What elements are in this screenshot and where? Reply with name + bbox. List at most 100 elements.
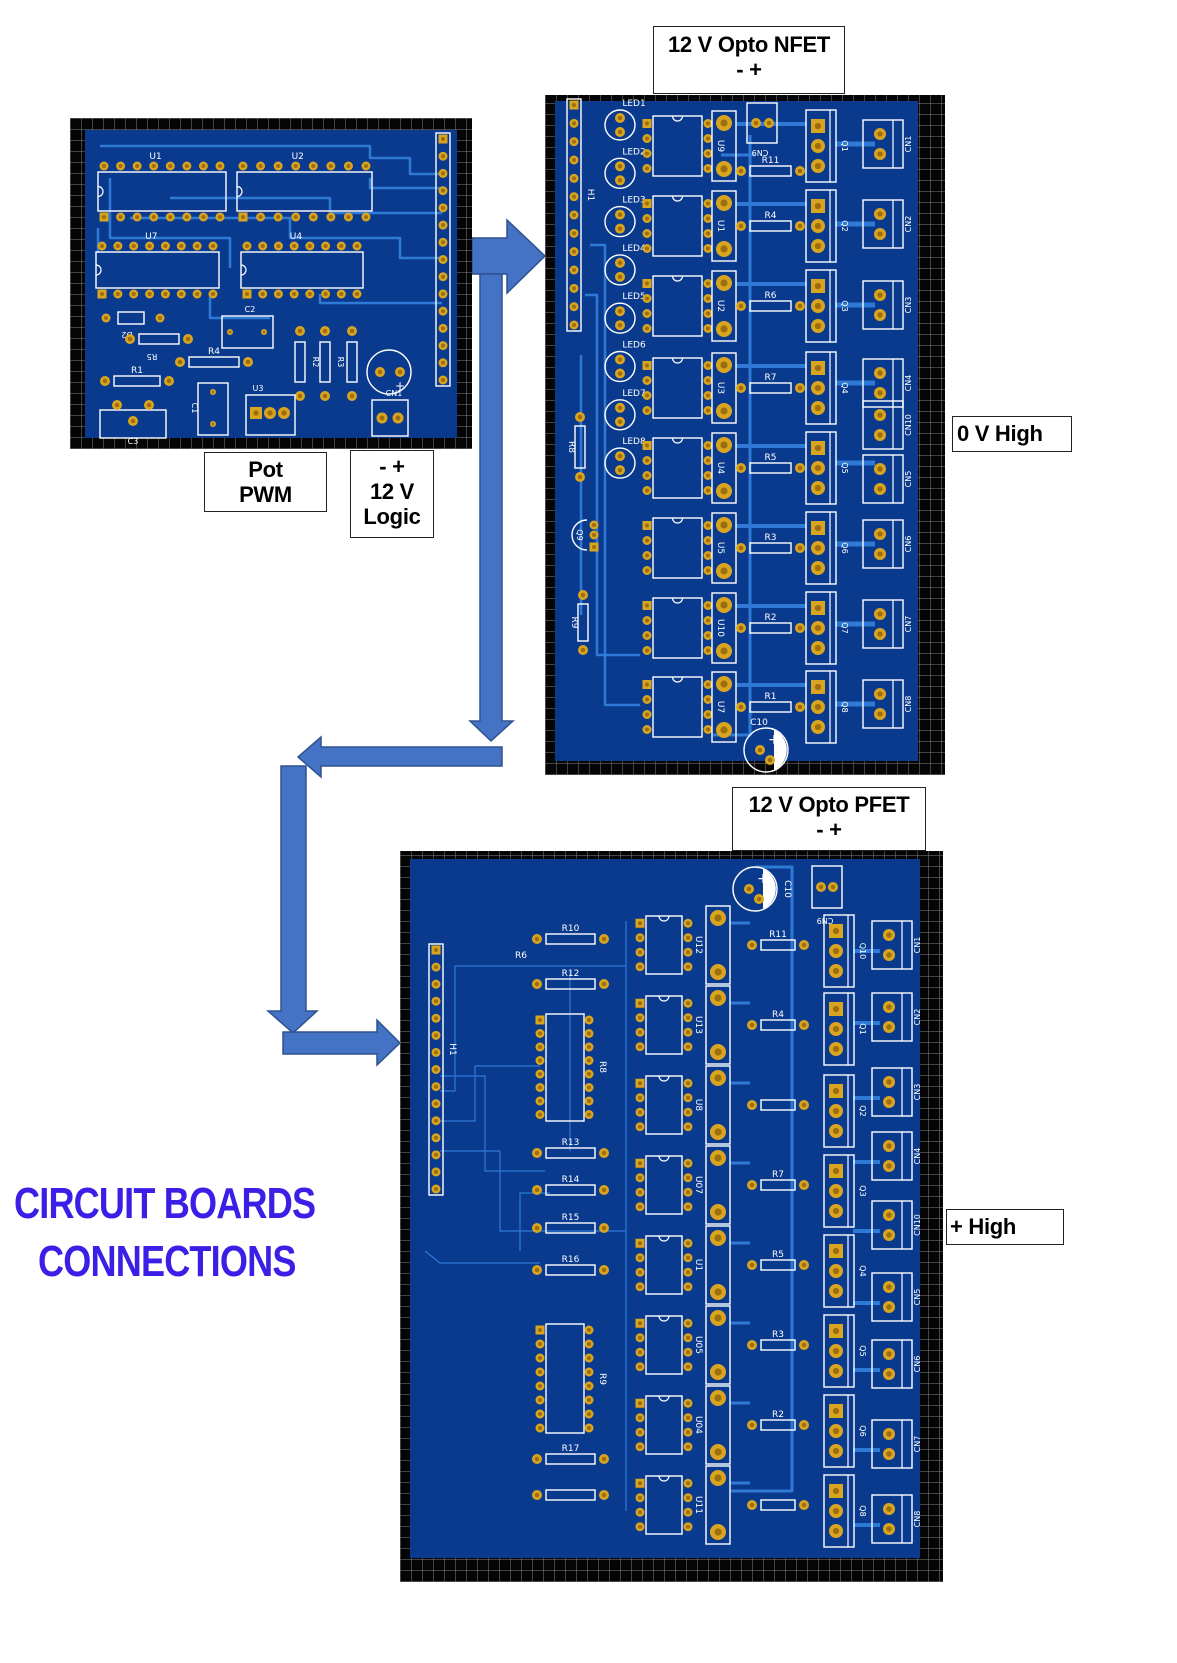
resistor-label: R13 bbox=[562, 1138, 580, 1148]
pad-hole bbox=[580, 647, 586, 653]
pad-hole bbox=[685, 1001, 691, 1006]
pad-hole bbox=[818, 884, 824, 890]
pad-hole bbox=[637, 964, 643, 969]
pad-hole bbox=[537, 1341, 543, 1347]
pad-hole bbox=[705, 523, 711, 528]
pad-hole bbox=[292, 243, 297, 249]
pad-hole bbox=[738, 385, 744, 391]
pad-hole bbox=[586, 1383, 592, 1389]
pad-hole bbox=[644, 166, 650, 171]
ic-label: U12 bbox=[693, 936, 703, 954]
pad-hole bbox=[832, 927, 840, 935]
pad-hole bbox=[832, 1507, 840, 1515]
pad-hole bbox=[601, 936, 607, 942]
connector-label: CN10 bbox=[904, 414, 913, 436]
pad-hole bbox=[814, 564, 822, 572]
pad-hole bbox=[886, 1232, 892, 1238]
pad-hole bbox=[832, 1427, 840, 1435]
pad-hole bbox=[877, 486, 883, 492]
pad-hole bbox=[814, 703, 822, 711]
pad-hole bbox=[571, 231, 577, 236]
connector-label: CN1 bbox=[913, 937, 922, 954]
pad-hole bbox=[644, 363, 650, 368]
pad-hole bbox=[814, 644, 822, 652]
pad-hole bbox=[349, 328, 355, 334]
mosfet-label: Q1 bbox=[858, 1023, 867, 1034]
pad-hole bbox=[832, 1087, 840, 1095]
pad-hole bbox=[253, 410, 259, 416]
pad-hole bbox=[644, 633, 650, 638]
pad-hole bbox=[586, 1341, 592, 1347]
pad-hole bbox=[571, 157, 577, 163]
pad-hole bbox=[601, 981, 607, 987]
pad-hole bbox=[886, 1351, 892, 1357]
pad-hole bbox=[886, 1284, 892, 1290]
pad-hole bbox=[832, 1527, 840, 1535]
pad-hole bbox=[720, 726, 728, 734]
pad-hole bbox=[292, 291, 297, 297]
pad-hole bbox=[440, 154, 446, 159]
pad-hole bbox=[644, 121, 650, 126]
pad-hole bbox=[177, 359, 183, 365]
pad-hole bbox=[537, 1112, 543, 1117]
pad-hole bbox=[685, 1241, 691, 1246]
pad-hole bbox=[397, 369, 403, 375]
ic-label: R8 bbox=[597, 1061, 607, 1073]
connector-label: CN3 bbox=[913, 1084, 922, 1101]
pad-hole bbox=[440, 223, 446, 228]
pad-hole bbox=[99, 243, 105, 249]
resistor-label: R7 bbox=[765, 373, 777, 383]
pad-hole bbox=[814, 364, 822, 372]
pad-hole bbox=[184, 214, 189, 220]
pad-hole bbox=[714, 1208, 722, 1216]
pad-hole bbox=[322, 393, 328, 399]
pad-hole bbox=[211, 390, 215, 394]
pad-hole bbox=[228, 330, 232, 334]
pad-hole bbox=[832, 967, 840, 975]
pad-hole bbox=[720, 407, 728, 415]
resistor-label: R15 bbox=[562, 1213, 580, 1223]
mosfet-label: Q3 bbox=[858, 1185, 867, 1196]
pad-hole bbox=[886, 1506, 892, 1512]
pad-hole bbox=[433, 1152, 439, 1157]
pad-hole bbox=[537, 1383, 543, 1389]
pad-hole bbox=[433, 1033, 439, 1038]
pad-hole bbox=[814, 624, 822, 632]
pad-hole bbox=[260, 243, 265, 249]
pad-hole bbox=[534, 1225, 540, 1231]
pad-hole bbox=[637, 1444, 643, 1449]
pad-hole bbox=[814, 322, 822, 330]
pad-hole bbox=[395, 415, 401, 421]
pad-hole bbox=[832, 1447, 840, 1455]
pad-hole bbox=[433, 947, 439, 953]
pad-hole bbox=[537, 1044, 543, 1050]
pad-hole bbox=[801, 1422, 807, 1428]
pad-hole bbox=[201, 163, 206, 169]
pad-hole bbox=[705, 201, 711, 206]
pad-hole bbox=[293, 163, 298, 169]
pad-hole bbox=[685, 1124, 691, 1129]
pad-hole bbox=[685, 1255, 691, 1260]
pad-hole bbox=[617, 322, 623, 328]
pad-hole bbox=[832, 947, 840, 955]
pad-hole bbox=[433, 1050, 439, 1055]
pad-hole bbox=[534, 1187, 540, 1193]
pad-hole bbox=[814, 142, 822, 150]
pad-hole bbox=[814, 683, 822, 691]
pad-hole bbox=[201, 214, 206, 220]
mosfet-label: Q3 bbox=[840, 300, 849, 311]
pad-hole bbox=[440, 291, 446, 296]
pad-hole bbox=[135, 163, 140, 169]
pad-hole bbox=[328, 214, 333, 220]
resistor-label: R16 bbox=[562, 1255, 580, 1265]
pad-hole bbox=[720, 567, 728, 575]
ic-label: U7 bbox=[145, 232, 157, 242]
connector-label: CN1 bbox=[904, 136, 913, 153]
led-label: LED1 bbox=[622, 99, 645, 109]
pad-hole bbox=[537, 1031, 543, 1036]
plus-sign: + bbox=[768, 732, 780, 748]
mosfet-label: Q2 bbox=[858, 1105, 867, 1116]
pad-hole bbox=[814, 604, 822, 612]
pad-hole bbox=[797, 704, 803, 710]
pad-hole bbox=[537, 1327, 543, 1333]
